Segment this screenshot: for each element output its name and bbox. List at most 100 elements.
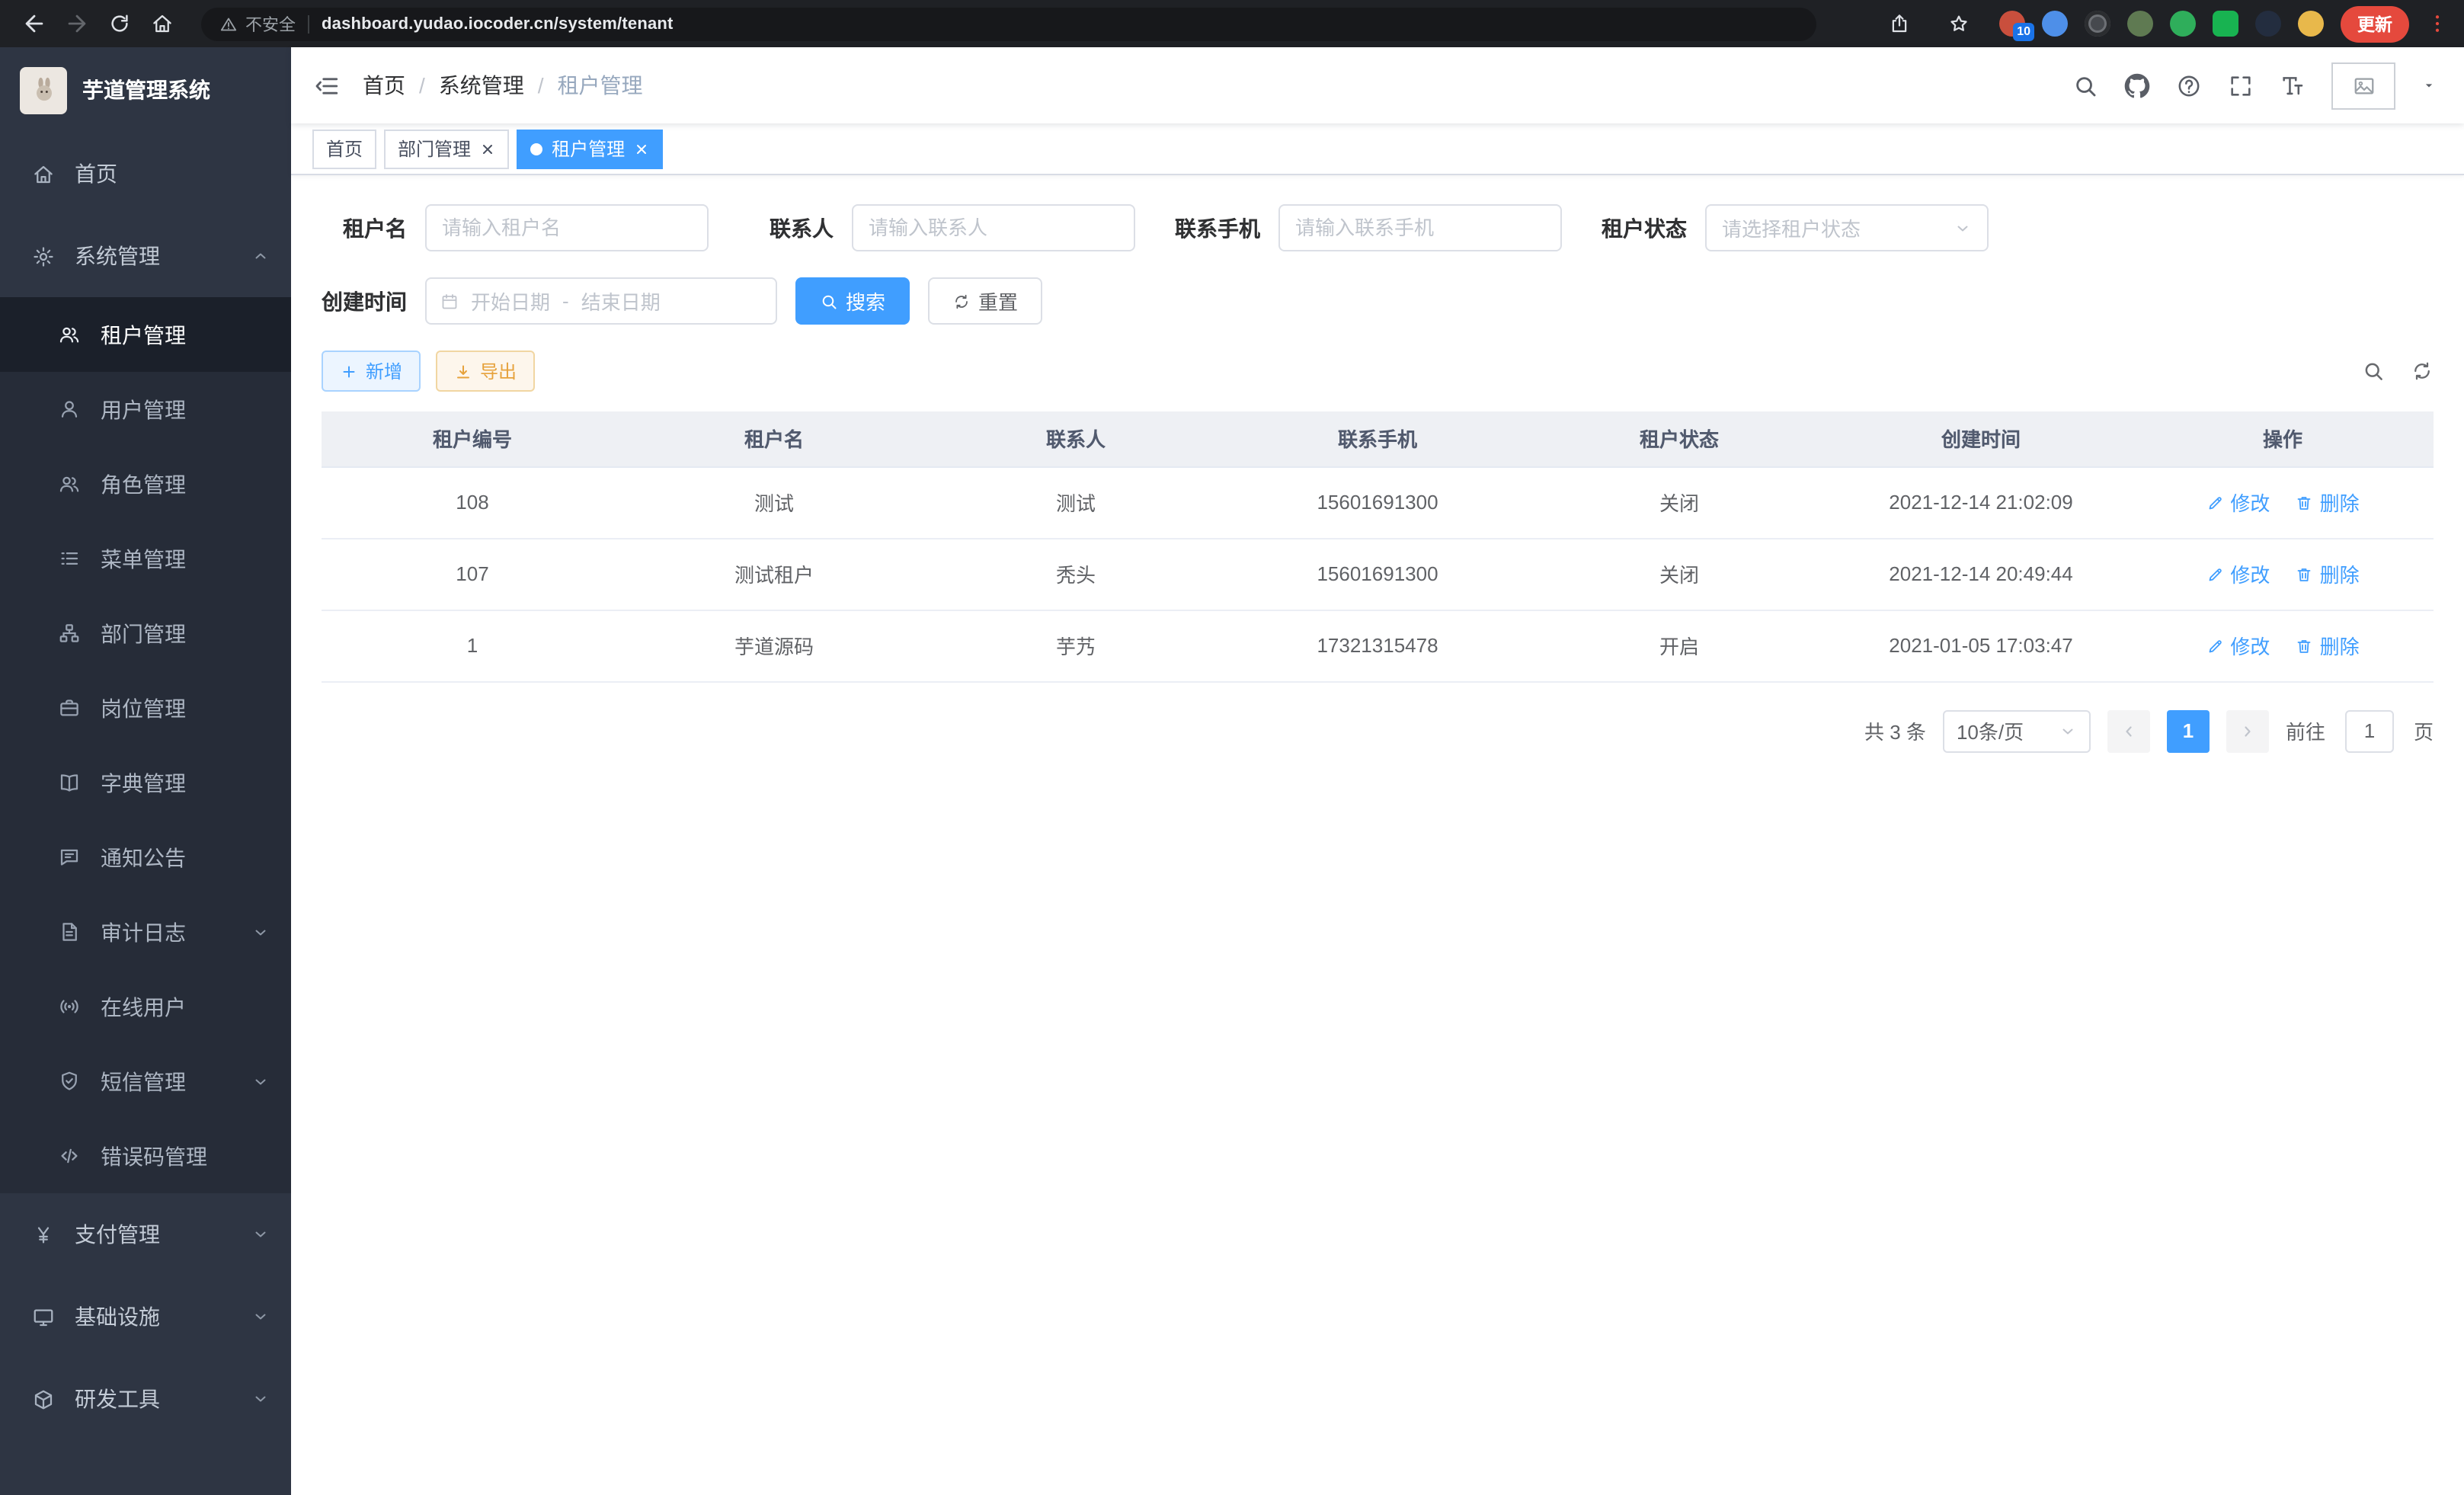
- refresh-table-button[interactable]: [2411, 360, 2434, 383]
- extension-icon-6[interactable]: [2213, 11, 2238, 37]
- extension-badge: 10: [2013, 23, 2034, 41]
- browser-reload-button[interactable]: [101, 5, 139, 43]
- sidebar-item-infrastructure[interactable]: 基础设施: [0, 1276, 291, 1358]
- sidebar-item-user-mgmt[interactable]: 用户管理: [0, 372, 291, 447]
- export-button-label: 导出: [480, 358, 517, 384]
- prev-page-button[interactable]: [2107, 709, 2150, 752]
- logo-avatar: [20, 66, 67, 114]
- sidebar-item-home[interactable]: 首页: [0, 133, 291, 215]
- sidebar-item-system-mgmt[interactable]: 系统管理: [0, 215, 291, 297]
- sidebar-item-label: 部门管理: [101, 618, 186, 648]
- tenant-name-input[interactable]: [442, 216, 692, 239]
- app-logo[interactable]: 芋道管理系统: [0, 47, 291, 133]
- delete-link[interactable]: 删除: [2296, 631, 2360, 660]
- sidebar-item-notice[interactable]: 通知公告: [0, 820, 291, 895]
- sidebar-item-label: 通知公告: [101, 842, 186, 872]
- peoples-icon: [58, 472, 81, 495]
- edit-link[interactable]: 修改: [2206, 488, 2270, 517]
- share-button[interactable]: [1880, 5, 1918, 43]
- search-button[interactable]: 搜索: [795, 277, 910, 325]
- sidebar-item-post-mgmt[interactable]: 岗位管理: [0, 671, 291, 745]
- extension-icon-2[interactable]: [2042, 11, 2068, 37]
- tab-close-icon[interactable]: [480, 141, 495, 156]
- date-separator: -: [562, 290, 569, 312]
- browser-back-button[interactable]: [15, 5, 53, 43]
- sidebar-item-payment-mgmt[interactable]: 支付管理: [0, 1193, 291, 1276]
- tab-close-icon[interactable]: [634, 141, 649, 156]
- page-size-select[interactable]: 10条/页: [1943, 709, 2091, 752]
- sidebar-item-online-users[interactable]: 在线用户: [0, 969, 291, 1044]
- plus-icon: [340, 362, 358, 380]
- filter-tenant-name: 租户名: [322, 204, 709, 251]
- breadcrumb-home[interactable]: 首页: [363, 70, 405, 101]
- browser-update-button[interactable]: 更新: [2341, 5, 2409, 42]
- sidebar-item-tenant-mgmt[interactable]: 租户管理: [0, 297, 291, 372]
- sidebar-item-dept-mgmt[interactable]: 部门管理: [0, 596, 291, 671]
- topbar-actions: [2072, 62, 2437, 109]
- extension-icon-3[interactable]: [2085, 11, 2110, 37]
- browser-menu-button[interactable]: [2426, 12, 2449, 35]
- bookmark-button[interactable]: [1940, 5, 1978, 43]
- sidebar-item-audit-log[interactable]: 审计日志: [0, 895, 291, 969]
- extension-icon-4[interactable]: [2127, 11, 2153, 37]
- users-icon: [58, 323, 81, 346]
- fullscreen-button[interactable]: [2228, 72, 2254, 98]
- goto-page-input[interactable]: [2345, 709, 2394, 752]
- col-actions: 操作: [2132, 411, 2434, 466]
- sidebar-item-sms-mgmt[interactable]: 短信管理: [0, 1044, 291, 1119]
- table-row: 1 芋道源码 芋艿 17321315478 开启 2021-01-05 17:0…: [322, 610, 2434, 681]
- header-search-button[interactable]: [2072, 72, 2098, 98]
- col-tenant-name: 租户名: [623, 411, 925, 466]
- app-title: 芋道管理系统: [82, 75, 210, 105]
- browser-forward-button[interactable]: [58, 5, 96, 43]
- sidebar-item-dict-mgmt[interactable]: 字典管理: [0, 745, 291, 820]
- delete-link[interactable]: 删除: [2296, 488, 2360, 517]
- edit-label: 修改: [2230, 488, 2270, 517]
- reset-button[interactable]: 重置: [928, 277, 1042, 325]
- tab-home[interactable]: 首页: [312, 129, 376, 168]
- status-select[interactable]: 请选择租户状态: [1705, 204, 1989, 251]
- help-button[interactable]: [2176, 72, 2202, 98]
- security-label: 不安全: [245, 11, 296, 36]
- export-button[interactable]: 导出: [436, 351, 535, 392]
- breadcrumb-separator: /: [538, 73, 544, 98]
- sidebar-item-role-mgmt[interactable]: 角色管理: [0, 447, 291, 521]
- date-range-picker[interactable]: 开始日期 - 结束日期: [425, 277, 777, 325]
- user-icon: [58, 398, 81, 421]
- refresh-icon: [2411, 360, 2434, 383]
- sidebar-toggle-button[interactable]: [314, 72, 340, 98]
- browser-home-button[interactable]: [143, 5, 181, 43]
- tab-tenant-mgmt[interactable]: 租户管理: [517, 129, 663, 168]
- edit-link[interactable]: 修改: [2206, 631, 2270, 660]
- sidebar-item-error-code-mgmt[interactable]: 错误码管理: [0, 1119, 291, 1193]
- delete-link[interactable]: 删除: [2296, 559, 2360, 588]
- font-size-button[interactable]: [2280, 72, 2306, 98]
- extension-icon-5[interactable]: [2170, 11, 2196, 37]
- status-placeholder: 请选择租户状态: [1722, 213, 1861, 242]
- code-icon: [58, 1144, 81, 1167]
- sidebar-item-label: 在线用户: [101, 991, 186, 1022]
- cell-tenant-name: 芋道源码: [623, 610, 925, 681]
- user-avatar[interactable]: [2331, 62, 2395, 109]
- extension-icon-1[interactable]: 10: [1999, 11, 2025, 37]
- sidebar-item-dev-tools[interactable]: 研发工具: [0, 1358, 291, 1440]
- browser-toolbar: 不安全 dashboard.yudao.iocoder.cn/system/te…: [0, 0, 2464, 47]
- breadcrumb-system-mgmt[interactable]: 系统管理: [439, 70, 524, 101]
- page-number-current[interactable]: 1: [2167, 709, 2210, 752]
- profile-avatar[interactable]: [2298, 11, 2324, 37]
- add-button[interactable]: 新增: [322, 351, 421, 392]
- toggle-search-button[interactable]: [2362, 360, 2385, 383]
- extension-icon-7[interactable]: [2255, 11, 2281, 37]
- col-created: 创建时间: [1830, 411, 2132, 466]
- next-page-button[interactable]: [2226, 709, 2269, 752]
- address-bar[interactable]: 不安全 dashboard.yudao.iocoder.cn/system/te…: [201, 7, 1816, 40]
- phone-input[interactable]: [1295, 216, 1545, 239]
- edit-link[interactable]: 修改: [2206, 559, 2270, 588]
- github-link[interactable]: [2124, 72, 2150, 98]
- user-menu-caret[interactable]: [2421, 78, 2437, 93]
- security-chip[interactable]: 不安全: [219, 11, 296, 36]
- contact-input[interactable]: [869, 216, 1118, 239]
- sidebar-item-menu-mgmt[interactable]: 菜单管理: [0, 521, 291, 596]
- tenant-name-input-wrap: [425, 204, 709, 251]
- tab-dept-mgmt[interactable]: 部门管理: [384, 129, 509, 168]
